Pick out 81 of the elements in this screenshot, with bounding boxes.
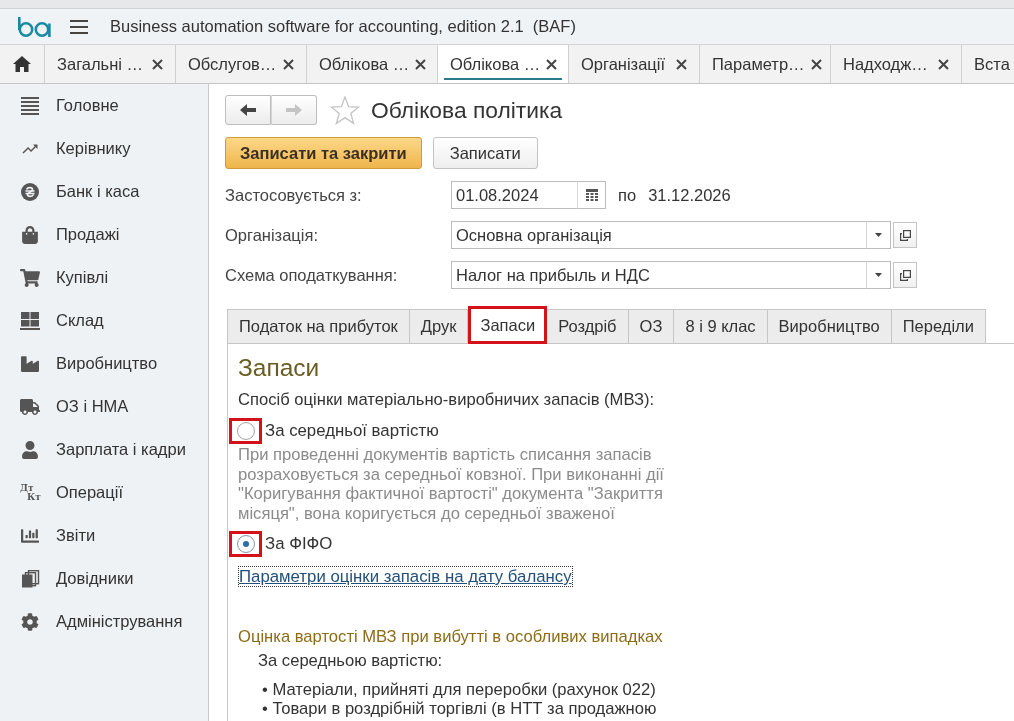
radio-button[interactable] — [236, 535, 255, 553]
settings-link[interactable]: Параметри оцінки запасів на дату балансу — [238, 566, 573, 587]
back-button[interactable] — [225, 95, 271, 125]
coin-icon — [20, 182, 40, 201]
bullet-item: • Матеріали, прийняті для переробки (рахунок 022) — [262, 680, 657, 699]
field-label: Застосовується з: — [225, 185, 363, 205]
form-tab[interactable]: ОЗ — [628, 309, 675, 344]
sidebar-item[interactable]: Звіти — [0, 514, 208, 557]
form-tab[interactable]: Виробництво — [767, 309, 892, 344]
form-tab[interactable]: Запаси — [468, 306, 548, 344]
close-icon[interactable] — [810, 58, 822, 70]
close-icon[interactable] — [415, 58, 427, 70]
form-tab[interactable]: Друк — [409, 309, 469, 344]
form-tab[interactable]: 8 і 9 клас — [674, 309, 768, 344]
sidebar-item[interactable]: Головне — [0, 84, 208, 127]
field-label: Схема оподаткування: — [225, 265, 399, 285]
select-field[interactable]: Основна організація — [451, 221, 867, 249]
close-icon[interactable] — [152, 58, 163, 70]
calendar-icon — [585, 189, 598, 201]
save-and-close-button[interactable]: Записати та закрити — [225, 137, 422, 169]
document-title: Облікова політика — [371, 96, 563, 124]
blocks-icon — [20, 311, 40, 330]
sidebar-item[interactable]: Склад — [0, 299, 208, 342]
factory-icon — [20, 354, 40, 373]
logo-icon — [17, 16, 52, 37]
radio-button[interactable] — [236, 422, 255, 440]
bar-chart-icon — [20, 526, 40, 545]
sidebar-item[interactable]: Купівлі — [0, 256, 208, 299]
squares-icon — [899, 229, 911, 241]
calendar-button[interactable] — [577, 181, 606, 209]
person-icon — [20, 440, 40, 459]
settings-icon — [20, 612, 40, 631]
form-tab[interactable]: Податок на прибуток — [227, 309, 410, 344]
section-heading: Запаси — [238, 354, 321, 382]
arrow-left-icon — [240, 104, 256, 116]
radio-label: За середньої вартістю — [265, 421, 439, 441]
arrow-right-icon — [286, 104, 302, 116]
option-description: При проведенні документів вартість списання запасів розраховується за середньої ковзної. При виконанні дії "Коригування фактичної вартості" документа "Закриття місяця", вона коригується до середньої зваженої — [238, 445, 665, 523]
field-label: Організація: — [225, 225, 319, 245]
menu-button[interactable] — [70, 19, 88, 34]
sidebar-item[interactable]: Керівнику — [0, 127, 208, 170]
caret-icon — [875, 273, 882, 277]
cart-icon — [20, 268, 40, 287]
sidebar-item[interactable]: ОЗ і НМА — [0, 385, 208, 428]
menu-icon — [70, 19, 88, 34]
close-icon[interactable] — [283, 58, 294, 70]
form-tab[interactable]: Роздріб — [547, 309, 629, 344]
radio-label: За ФІФО — [265, 534, 333, 554]
documents-icon — [20, 569, 40, 588]
shopping-bag-icon — [20, 225, 40, 244]
caret-icon — [875, 233, 882, 237]
select-field[interactable]: Налог на прибыль и НДС — [451, 261, 867, 289]
document-tab[interactable]: Облікова … — [438, 45, 569, 83]
sidebar-item[interactable]: Банк і каса — [0, 170, 208, 213]
sidebar-item[interactable]: Дт Кт Операції — [0, 471, 208, 514]
subsection-heading: Оцінка вартості МВЗ при вибутті в особливих випадках — [238, 627, 664, 647]
end-date: 31.12.2026 — [648, 185, 731, 205]
truck-icon — [20, 397, 40, 416]
open-button[interactable] — [893, 262, 917, 288]
sidebar-item[interactable]: Адміністрування — [0, 600, 208, 643]
close-icon[interactable] — [546, 58, 558, 70]
section-prompt: Спосіб оцінки матеріально-виробничих запасів (МВЗ): — [238, 390, 656, 409]
squares-icon — [899, 269, 911, 281]
sidebar-item[interactable]: Виробництво — [0, 342, 208, 385]
date-field[interactable]: 01.08.2024 — [451, 181, 578, 209]
sidebar-item[interactable]: Довідники — [0, 557, 208, 600]
bullet-item: • Товари в роздрібній торгівлі (в НТТ за продажною — [262, 699, 658, 718]
open-button[interactable] — [893, 222, 917, 248]
form-tab[interactable]: Переділи — [891, 309, 986, 344]
close-icon[interactable] — [938, 58, 949, 70]
group-label: За середньою вартістю: — [258, 651, 444, 671]
home-icon — [13, 56, 31, 72]
window-title: Business automation software for accounting, edition 2.1 (BAF) — [110, 17, 576, 36]
sidebar-item[interactable]: Зарплата і кадри — [0, 428, 208, 471]
debit-credit-icon: Дт Кт — [20, 483, 40, 502]
close-icon[interactable] — [676, 58, 687, 70]
sidebar-item[interactable]: Продажі — [0, 213, 208, 256]
range-separator: по — [618, 185, 637, 205]
star-icon[interactable] — [330, 95, 360, 125]
list-icon — [20, 96, 40, 115]
save-button[interactable]: Записати — [432, 137, 538, 169]
